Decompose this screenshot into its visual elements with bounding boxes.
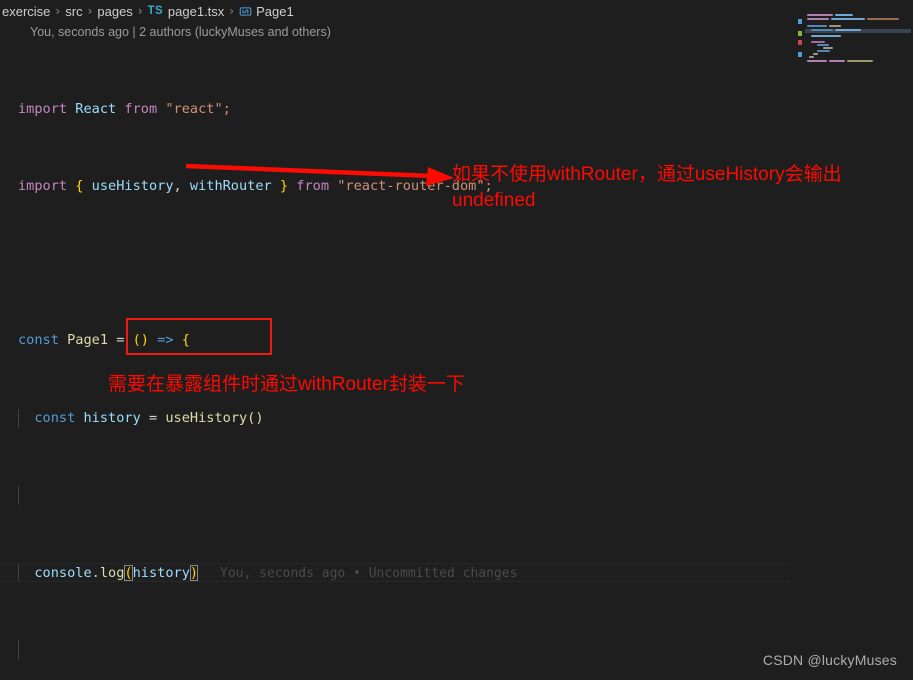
token-equals: = [148,409,158,426]
symbol-variable-icon [239,5,252,18]
watermark: CSDN @luckyMuses [762,652,897,668]
token-paren-open: ( [124,565,133,582]
token-brace-close: } [279,178,289,195]
minimap-code-line [817,44,829,46]
code-line-empty[interactable] [0,640,790,660]
minimap-code-line [811,29,833,31]
breadcrumb-item-src[interactable]: src [65,4,82,19]
breadcrumb-separator-icon: › [229,4,235,18]
code-line-current[interactable]: console.log(history) You, seconds ago • U… [0,563,790,583]
git-blame-header: You, seconds ago | 2 authors (luckyMuses… [30,25,331,39]
breadcrumb-label: page1.tsx [167,3,225,19]
minimap-marker [798,40,802,45]
breadcrumb-label: Page1 [256,3,294,19]
minimap-code-line [829,25,841,27]
minimap-code-line [829,60,845,62]
breadcrumb-item-page1-symbol[interactable]: Page1 [239,4,294,19]
code-line[interactable]: import React from "react"; [0,100,790,119]
token-from: from [296,178,330,195]
minimap-marker [798,19,802,24]
minimap-marker [798,31,802,36]
token-const: const [34,409,76,426]
token-const: const [18,332,59,349]
breadcrumb-separator-icon: › [55,4,61,18]
token-use-history-call: useHistory() [165,409,264,426]
token-comma: , [173,178,182,195]
breadcrumb[interactable]: exercise › src › pages › TS page1.tsx › … [0,0,294,22]
annotation-note-wrap-with-router: 需要在暴露组件时通过withRouter封装一下 [108,374,465,395]
inline-git-blame: You, seconds ago • Uncommitted changes [220,566,518,582]
token-paren-close: ) [189,565,199,582]
token-import: import [18,100,68,117]
minimap-code-line [867,18,899,20]
red-rectangle-around-withRouter-call [126,318,272,355]
minimap-code-line [807,18,829,20]
token-dot: . [91,565,100,582]
token-history: history [132,565,190,582]
token-from: from [124,100,158,117]
code-line-empty[interactable] [0,485,790,506]
token-with-router: withRouter [189,178,272,195]
code-line[interactable]: const Page1 = () => { [0,331,790,350]
breadcrumb-label: exercise [2,3,51,19]
minimap-code-line [807,60,827,62]
minimap-code-line [807,14,833,16]
token-import: import [18,178,68,195]
typescript-file-icon: TS [147,5,163,17]
code-line-empty[interactable] [0,254,790,273]
token-react-module: "react"; [165,100,231,117]
breadcrumb-item-page1-tsx[interactable]: TS page1.tsx [148,4,225,19]
breadcrumb-separator-icon: › [87,4,93,18]
minimap-code-line [809,56,814,58]
token-history: history [83,409,141,426]
minimap-code-line [823,47,833,49]
breadcrumb-label: pages [97,3,133,19]
indent-guide [18,408,19,428]
indent-guide [18,640,19,660]
minimap-code-line [817,50,830,52]
breadcrumb-label: src [65,3,83,19]
annotation-note-use-history-undefined: 如果不使用withRouter，通过useHistory会输出 undefine… [452,164,847,211]
token-use-history: useHistory [91,178,174,195]
indent-guide [18,485,19,506]
editor-minimap[interactable] [795,0,913,62]
token-log: log [99,565,125,582]
minimap-code-line [813,53,818,55]
token-console: console [34,565,92,582]
token-page1: Page1 [67,332,109,349]
minimap-code-line [847,60,873,62]
breadcrumb-separator-icon: › [137,4,143,18]
minimap-code-line [835,14,853,16]
minimap-code-line [807,25,827,27]
breadcrumb-item-pages[interactable]: pages [97,4,132,19]
breadcrumb-item-exercise[interactable]: exercise [2,4,50,19]
minimap-code-line [835,29,861,31]
indent-guide [18,564,19,582]
minimap-code-line [811,41,825,43]
minimap-code-line [831,18,865,20]
code-editor[interactable]: import React from "react"; import { useH… [0,42,790,680]
minimap-marker [798,52,802,57]
token-react-default: React [75,100,117,117]
minimap-code-line [811,35,841,37]
code-line[interactable]: const history = useHistory() [0,408,790,428]
